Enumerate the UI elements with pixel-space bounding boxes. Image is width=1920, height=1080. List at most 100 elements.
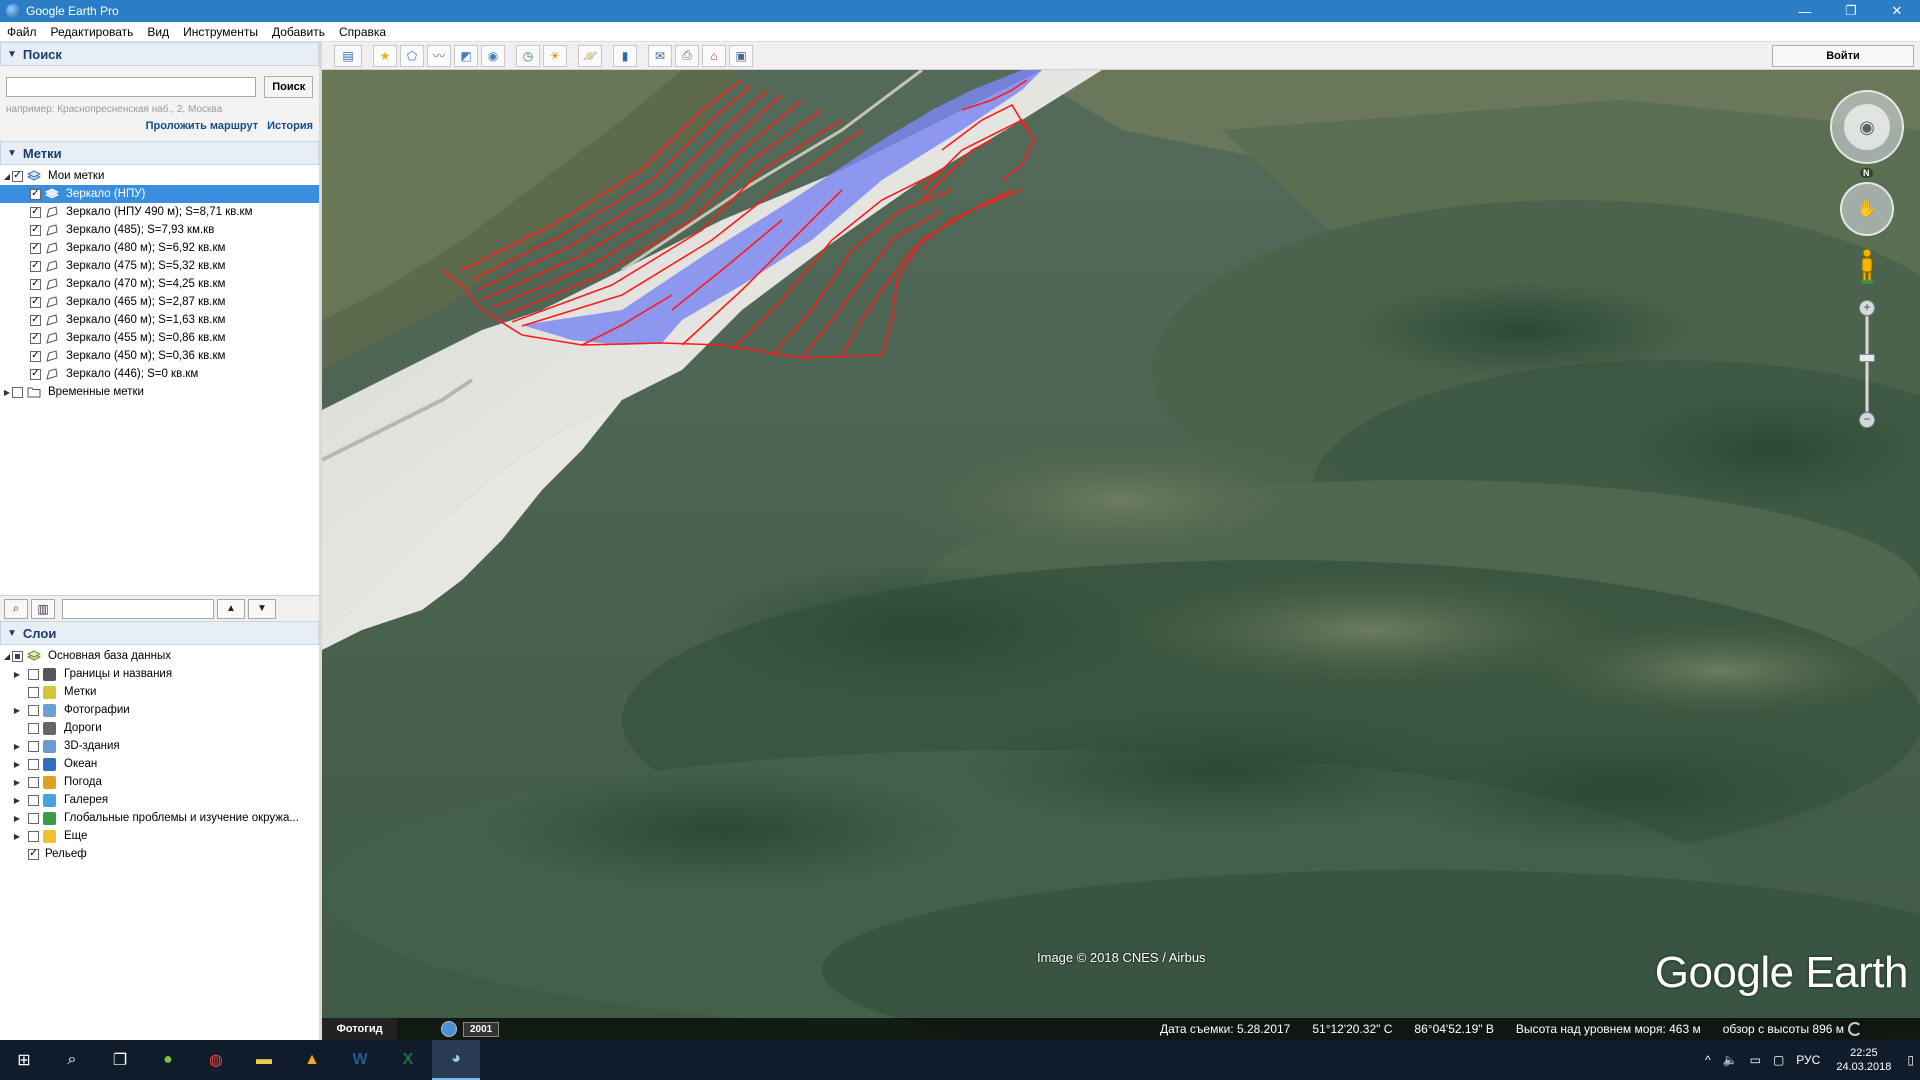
menu-file[interactable]: Файл xyxy=(0,25,44,39)
place-item[interactable]: ✓ Зеркало (480 м); S=6,92 кв.км xyxy=(0,239,319,257)
search-input[interactable] xyxy=(6,77,257,97)
close-button[interactable]: ✕ xyxy=(1874,0,1920,22)
record-tour-icon[interactable]: ◉ xyxy=(481,44,505,67)
checkbox[interactable] xyxy=(28,740,39,752)
checkbox[interactable] xyxy=(28,794,39,806)
move-down-icon[interactable]: ▼ xyxy=(248,598,276,619)
zoom-out-icon[interactable]: − xyxy=(1859,412,1875,428)
checkbox[interactable]: ✓ xyxy=(30,242,41,254)
checkbox[interactable] xyxy=(28,686,39,698)
primary-database-folder[interactable]: ◢ Основная база данных xyxy=(0,647,319,665)
checkbox[interactable]: ✓ xyxy=(12,170,23,182)
checkbox[interactable]: ✓ xyxy=(30,206,41,218)
place-item[interactable]: ✓ Зеркало (450 м); S=0,36 кв.км xyxy=(0,347,319,365)
checkbox[interactable] xyxy=(28,830,39,842)
checkbox[interactable]: ✓ xyxy=(30,350,41,362)
email-icon[interactable]: ✉ xyxy=(648,44,672,67)
place-item[interactable]: ✓ Зеркало (446); S=0 кв.км xyxy=(0,365,319,383)
history-link[interactable]: История xyxy=(267,120,313,132)
checkbox[interactable] xyxy=(28,812,39,824)
google-earth-taskbar-icon[interactable]: ◕ xyxy=(432,1040,480,1080)
place-item[interactable]: ✓ Зеркало (475 м); S=5,32 кв.км xyxy=(0,257,319,275)
minimize-button[interactable]: — xyxy=(1782,0,1828,22)
pegman-icon[interactable] xyxy=(1858,248,1876,284)
checkbox[interactable]: ✓ xyxy=(30,260,41,272)
zoom-in-icon[interactable]: + xyxy=(1859,300,1875,316)
sunlight-icon[interactable]: ☀ xyxy=(543,44,567,67)
layer-item[interactable]: ▶ Галерея xyxy=(0,791,319,809)
print-icon[interactable]: ⎙ xyxy=(675,44,699,67)
place-item[interactable]: ✓ Зеркало (460 м); S=1,63 кв.км xyxy=(0,311,319,329)
layers-section-header[interactable]: ▼ Слои xyxy=(0,621,319,645)
utorrent-icon[interactable]: ● xyxy=(144,1040,192,1080)
checkbox[interactable]: ✓ xyxy=(30,332,41,344)
terrain-imagery[interactable] xyxy=(322,70,1920,1040)
get-directions-link[interactable]: Проложить маршрут xyxy=(146,120,258,132)
zoom-track[interactable] xyxy=(1865,316,1869,412)
view-in-maps-icon[interactable]: ⌂ xyxy=(702,44,726,67)
historical-clock-icon[interactable] xyxy=(441,1021,457,1037)
place-item[interactable]: ✓ Зеркало (470 м); S=4,25 кв.км xyxy=(0,275,319,293)
checkbox[interactable] xyxy=(28,758,39,770)
checkbox[interactable]: ✓ xyxy=(30,368,41,380)
maximize-button[interactable]: ❐ xyxy=(1828,0,1874,22)
layer-item[interactable]: Метки xyxy=(0,683,319,701)
chevron-up-icon[interactable]: ^ xyxy=(1699,1053,1717,1067)
move-control-hand-icon[interactable]: ✋ xyxy=(1840,182,1894,236)
checkbox[interactable] xyxy=(28,704,39,716)
search-icon[interactable]: ⌕ xyxy=(48,1040,96,1080)
save-image-icon[interactable]: ▣ xyxy=(729,44,753,67)
checkbox[interactable]: ✓ xyxy=(30,296,41,308)
zoom-thumb[interactable] xyxy=(1859,354,1875,362)
place-item[interactable]: ✓ Зеркало (455 м); S=0,86 кв.км xyxy=(0,329,319,347)
look-around-control[interactable]: ◉ xyxy=(1830,90,1904,164)
places-section-header[interactable]: ▼ Метки xyxy=(0,141,319,165)
notifications-icon[interactable]: ▯ xyxy=(1901,1053,1920,1067)
chrome-icon[interactable]: ◍ xyxy=(192,1040,240,1080)
menu-tools[interactable]: Инструменты xyxy=(176,25,265,39)
historical-imagery-icon[interactable]: ◷ xyxy=(516,44,540,67)
tour-guide-button[interactable]: Фотогид xyxy=(322,1018,397,1040)
expand-icon[interactable]: ▶ xyxy=(12,742,22,751)
place-item[interactable]: ✓ Зеркало (465 м); S=2,87 кв.км xyxy=(0,293,319,311)
temp-places-folder[interactable]: ▶ Временные метки xyxy=(0,383,319,401)
zoom-slider[interactable]: + − xyxy=(1859,300,1875,428)
windows-start-icon[interactable]: ⊞ xyxy=(0,1040,48,1080)
expand-icon[interactable]: ▶ xyxy=(2,388,12,397)
expand-icon[interactable]: ▶ xyxy=(12,796,22,805)
menu-view[interactable]: Вид xyxy=(140,25,176,39)
checkbox[interactable]: ✓ xyxy=(30,314,41,326)
search-icon[interactable]: ⌕ xyxy=(4,598,28,619)
word-icon[interactable]: W xyxy=(336,1040,384,1080)
checkbox[interactable] xyxy=(28,776,39,788)
archive-icon[interactable]: ▲ xyxy=(288,1040,336,1080)
checkbox[interactable] xyxy=(28,668,39,680)
expand-icon[interactable]: ◢ xyxy=(2,172,12,181)
move-up-icon[interactable]: ▲ xyxy=(217,598,245,619)
search-button[interactable]: Поиск xyxy=(264,76,313,98)
checkbox[interactable] xyxy=(12,650,23,662)
layer-item[interactable]: ▶ Глобальные проблемы и изучение окружа..… xyxy=(0,809,319,827)
my-places-folder[interactable]: ◢ ✓ Мои метки xyxy=(0,167,319,185)
task-view-icon[interactable]: ❐ xyxy=(96,1040,144,1080)
add-image-overlay-icon[interactable]: ◩ xyxy=(454,44,478,67)
layer-item[interactable]: ▶ Фотографии xyxy=(0,701,319,719)
checkbox[interactable]: ✓ xyxy=(30,224,41,236)
excel-icon[interactable]: X xyxy=(384,1040,432,1080)
layer-item[interactable]: ▶ Еще xyxy=(0,827,319,845)
language-indicator[interactable]: РУС xyxy=(1790,1053,1826,1067)
layer-item[interactable]: Дороги xyxy=(0,719,319,737)
checkbox[interactable] xyxy=(12,386,23,398)
expand-icon[interactable]: ▶ xyxy=(12,814,22,823)
terrain-layer[interactable]: ✓ Рельеф xyxy=(0,845,319,863)
places-filter-input[interactable] xyxy=(62,598,214,619)
place-item[interactable]: ✓ Зеркало (485); S=7,93 км.кв xyxy=(0,221,319,239)
file-explorer-icon[interactable]: ▬ xyxy=(240,1040,288,1080)
switch-planet-icon[interactable]: 🪐 xyxy=(578,44,602,67)
checkbox[interactable]: ✓ xyxy=(30,188,41,200)
checkbox[interactable]: ✓ xyxy=(30,278,41,290)
expand-icon[interactable]: ◢ xyxy=(2,652,12,661)
north-indicator[interactable]: N xyxy=(1860,168,1873,178)
map-view[interactable]: ◉ N ✋ + − Image © 2018 CNES / Airbus Goo… xyxy=(322,70,1920,1040)
add-path-icon[interactable]: 〰 xyxy=(427,44,451,67)
